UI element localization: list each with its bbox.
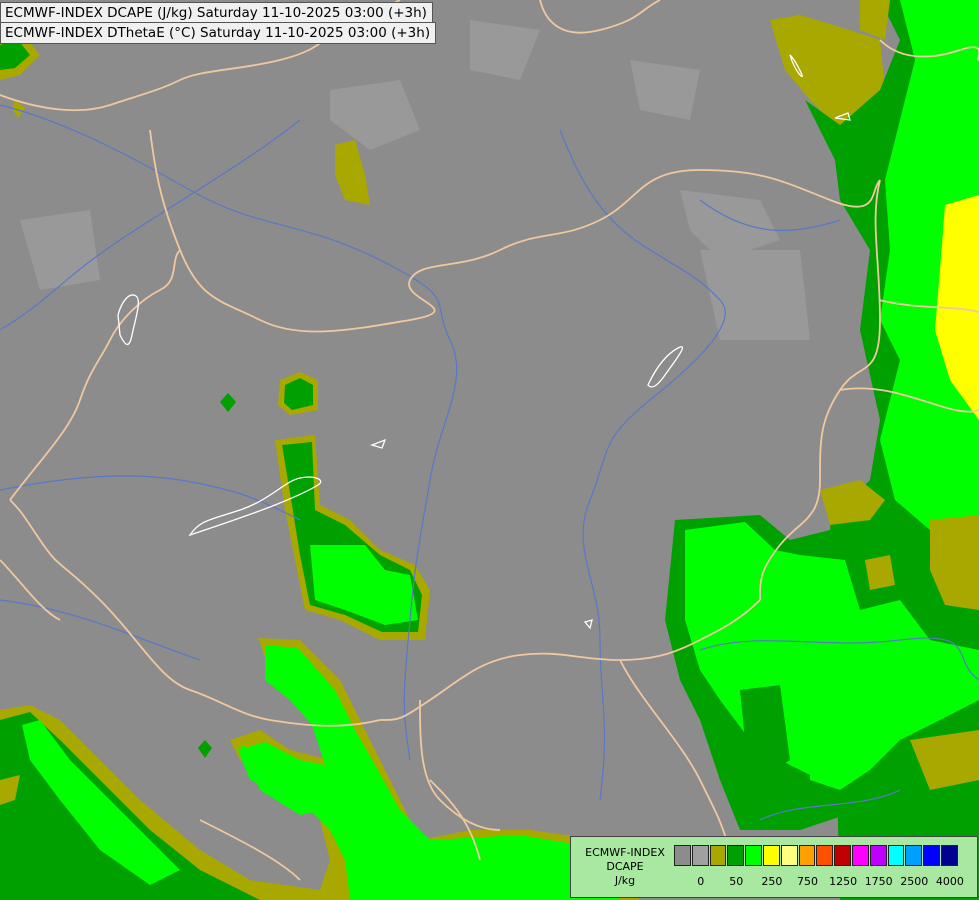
legend-tick-label: 250: [761, 875, 783, 888]
legend-tick-label: 1750: [864, 875, 893, 888]
legend-source: ECMWF-INDEX: [585, 846, 665, 859]
legend-swatch: [905, 845, 923, 866]
legend-swatch: [887, 845, 905, 866]
legend-swatch: [691, 845, 709, 866]
legend-tick-label: 0: [697, 875, 705, 888]
legend-swatches: [674, 845, 959, 867]
legend-unit: J/kg: [614, 874, 636, 887]
legend-tick-label: 1250: [829, 875, 858, 888]
map-title-dcape: ECMWF-INDEX DCAPE (J/kg) Saturday 11-10-…: [0, 2, 433, 24]
legend-swatch: [798, 845, 816, 866]
legend-tick-label: 2500: [900, 875, 929, 888]
legend-swatch: [709, 845, 727, 866]
legend-tick-label: 50: [729, 875, 744, 888]
legend-swatch: [851, 845, 869, 866]
legend-swatch: [834, 845, 851, 866]
legend-label: ECMWF-INDEX DCAPE J/kg: [575, 846, 675, 888]
legend-swatch: [745, 845, 762, 866]
weather-map: [0, 0, 979, 900]
legend-tick-label: 4000: [935, 875, 964, 888]
legend-parameter: DCAPE: [606, 860, 644, 873]
legend-swatch: [727, 845, 745, 866]
map-title-dthetae: ECMWF-INDEX DThetaE (°C) Saturday 11-10-…: [0, 22, 437, 44]
legend-swatch: [923, 845, 940, 866]
legend-swatch: [816, 845, 834, 866]
legend-swatch: [674, 845, 691, 866]
legend-swatch: [869, 845, 887, 866]
legend-swatch: [780, 845, 798, 866]
color-legend: ECMWF-INDEX DCAPE J/kg 0 50 250 750 1250 1750…: [570, 836, 978, 898]
legend-swatch: [762, 845, 780, 866]
legend-tick-label: 750: [797, 875, 818, 888]
legend-swatch: [940, 845, 958, 866]
